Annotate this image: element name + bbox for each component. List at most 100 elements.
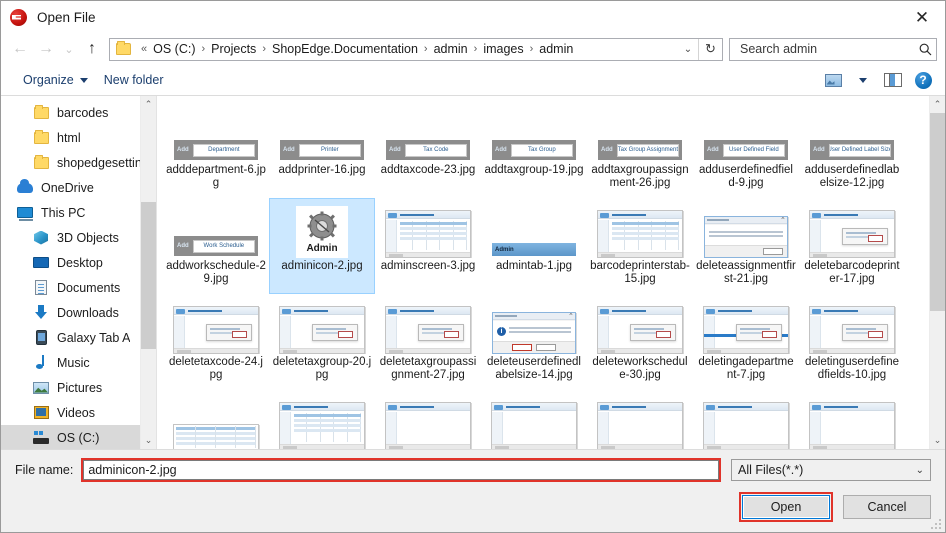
thumbnail-titlebar xyxy=(810,307,894,315)
breadcrumb-bar[interactable]: « OS (C:) › Projects › ShopEdge.Document… xyxy=(109,37,723,61)
file-item[interactable]: taxgroupassignmentstab-25.jpg xyxy=(587,390,693,449)
file-item[interactable]: deletinguserdefinedfields-10.jpg xyxy=(799,294,905,390)
filename-input[interactable] xyxy=(83,460,719,480)
thumbnail-sidebar xyxy=(386,412,397,444)
breadcrumb-item-5[interactable]: admin xyxy=(538,42,574,56)
sidebar-item-onedrive[interactable]: OneDrive xyxy=(1,175,156,200)
scroll-track[interactable] xyxy=(930,113,945,432)
preview-pane-button[interactable] xyxy=(879,68,907,92)
file-item[interactable]: Admin admintab-1.jpg xyxy=(481,198,587,294)
recent-locations-button[interactable]: ⌄ xyxy=(59,36,79,62)
file-item[interactable]: Add Work Schedule addworkschedule-29.jpg xyxy=(163,198,269,294)
chevron-down-icon[interactable]: ⌄ xyxy=(678,44,698,55)
file-item[interactable]: i deleteuserdefinedlabelsize-14.jpg xyxy=(481,294,587,390)
thumbnail-toolbar: Add User Defined Label Size xyxy=(810,140,894,160)
thumbnail-statusbar xyxy=(704,348,788,353)
file-item[interactable]: adminscreen-3.jpg xyxy=(375,198,481,294)
file-item[interactable]: deleteassignmentfirst-21.jpg xyxy=(693,198,799,294)
file-item[interactable]: taxgroupstab-18.jpg xyxy=(693,390,799,449)
file-item[interactable]: deletetaxgroupassignment-27.jpg xyxy=(375,294,481,390)
chevron-down-icon xyxy=(79,77,88,83)
breadcrumb-item-1[interactable]: Projects xyxy=(210,42,257,56)
file-item[interactable]: barcodeprinterstab-15.jpg xyxy=(587,198,693,294)
search-input[interactable] xyxy=(738,41,919,57)
cancel-button[interactable]: Cancel xyxy=(843,495,931,519)
file-item[interactable]: deleteworkschedule-30.jpg xyxy=(587,294,693,390)
file-item[interactable]: newuserdefinedlabelsize-13.jpg xyxy=(375,390,481,449)
file-type-dropdown[interactable]: All Files(*.*) ⌄ xyxy=(731,459,931,481)
navigation-scrollbar[interactable]: ⌃ ⌄ xyxy=(140,96,156,449)
file-item[interactable]: departmenttab-4.jpg xyxy=(269,390,375,449)
organize-button[interactable]: Organize xyxy=(15,69,96,91)
3d-objects-icon-glyph xyxy=(34,230,48,245)
thumbnail-no-button xyxy=(536,344,556,351)
file-item[interactable]: Add Department adddepartment-6.jpg xyxy=(163,102,269,198)
sidebar-item-this-pc[interactable]: This PC xyxy=(1,200,156,225)
tablet-icon xyxy=(31,329,51,347)
sidebar-item-documents[interactable]: Documents xyxy=(1,275,156,300)
view-dropdown-button[interactable] xyxy=(849,68,877,92)
file-thumbnail xyxy=(590,298,690,354)
breadcrumb-item-0[interactable]: OS (C:) xyxy=(152,42,196,56)
file-thumbnail: Add Department xyxy=(166,106,266,162)
scroll-up-icon[interactable]: ⌃ xyxy=(930,96,945,113)
refresh-icon[interactable]: ↻ xyxy=(698,38,722,60)
file-item[interactable]: Add Printer addprinter-16.jpg xyxy=(269,102,375,198)
scroll-down-icon[interactable]: ⌄ xyxy=(930,432,945,449)
file-item[interactable]: Add User Defined Label Size adduserdefined… xyxy=(799,102,905,198)
scroll-thumb[interactable] xyxy=(930,113,945,311)
scroll-track[interactable] xyxy=(141,113,156,432)
sidebar-item-galaxy-tab-a[interactable]: Galaxy Tab A xyxy=(1,325,156,350)
file-item[interactable]: Add Tax Code addtaxcode-23.jpg xyxy=(375,102,481,198)
scroll-up-icon[interactable]: ⌃ xyxy=(141,96,156,113)
breadcrumb-item-3[interactable]: admin xyxy=(433,42,469,56)
file-item-selected[interactable]: Admin adminicon-2.jpg xyxy=(269,198,375,294)
sidebar-item-barcodes[interactable]: barcodes xyxy=(1,100,156,125)
search-box[interactable] xyxy=(729,37,937,61)
file-item[interactable]: deletetaxcode-24.jpg xyxy=(163,294,269,390)
help-button[interactable]: ? xyxy=(909,68,937,92)
file-name-label: adminscreen-3.jpg xyxy=(380,260,476,272)
file-name-label: addtaxcode-23.jpg xyxy=(380,164,476,176)
file-item[interactable]: Add Tax Group Assignment addtaxgroupassign… xyxy=(587,102,693,198)
up-button[interactable]: ↑ xyxy=(79,36,105,62)
file-item[interactable]: taxcodestab-22.jpg xyxy=(481,390,587,449)
navigation-list: barcodes html shopedgesetting OneDrive This … xyxy=(1,96,156,449)
sidebar-item-shopedgesetting[interactable]: shopedgesetting xyxy=(1,150,156,175)
file-item[interactable]: deletingadepartment-7.jpg xyxy=(693,294,799,390)
desktop-icon xyxy=(31,254,51,272)
file-item[interactable]: deletetaxgroup-20.jpg xyxy=(269,294,375,390)
sidebar-item-videos[interactable]: Videos xyxy=(1,400,156,425)
file-name-label: deletetaxgroup-20.jpg xyxy=(272,356,372,381)
resize-grip[interactable] xyxy=(930,518,942,530)
file-item[interactable]: Add Tax Group addtaxgroup-19.jpg xyxy=(481,102,587,198)
forward-button[interactable]: → xyxy=(33,36,59,62)
close-icon[interactable]: ✕ xyxy=(899,1,945,33)
sidebar-item-label: OS (C:) xyxy=(57,430,100,445)
sidebar-item-3d-objects[interactable]: 3D Objects xyxy=(1,225,156,250)
sidebar-item-os-c[interactable]: OS (C:) xyxy=(1,425,156,449)
file-item[interactable]: departments-5.jpg xyxy=(163,390,269,449)
sidebar-item-desktop[interactable]: Desktop xyxy=(1,250,156,275)
title-bar: Open File ✕ xyxy=(1,1,945,33)
scroll-thumb[interactable] xyxy=(141,202,156,350)
file-item[interactable]: Add User Defined Field adduserdefinedfield… xyxy=(693,102,799,198)
change-view-button[interactable] xyxy=(819,68,847,92)
sidebar-item-downloads[interactable]: Downloads xyxy=(1,300,156,325)
open-button[interactable]: Open xyxy=(742,495,830,519)
breadcrumb-item-2[interactable]: ShopEdge.Documentation xyxy=(271,42,419,56)
new-folder-button[interactable]: New folder xyxy=(96,69,172,91)
file-item[interactable]: deletebarcodeprinter-17.jpg xyxy=(799,198,905,294)
sidebar-item-pictures[interactable]: Pictures xyxy=(1,375,156,400)
sidebar-item-html[interactable]: html xyxy=(1,125,156,150)
breadcrumb-item-4[interactable]: images xyxy=(482,42,524,56)
breadcrumb-overflow[interactable]: « xyxy=(136,43,152,55)
file-list-scrollbar[interactable]: ⌃ ⌄ xyxy=(929,96,945,449)
sidebar-item-music[interactable]: Music xyxy=(1,350,156,375)
back-button[interactable]: ← xyxy=(7,36,33,62)
sidebar-item-label: Documents xyxy=(57,280,121,295)
file-item[interactable]: userdefinedfieldstab-8.jpg xyxy=(799,390,905,449)
file-thumbnail xyxy=(696,202,796,258)
file-name-label: deletetaxcode-24.jpg xyxy=(169,356,263,381)
scroll-down-icon[interactable]: ⌄ xyxy=(141,432,156,449)
